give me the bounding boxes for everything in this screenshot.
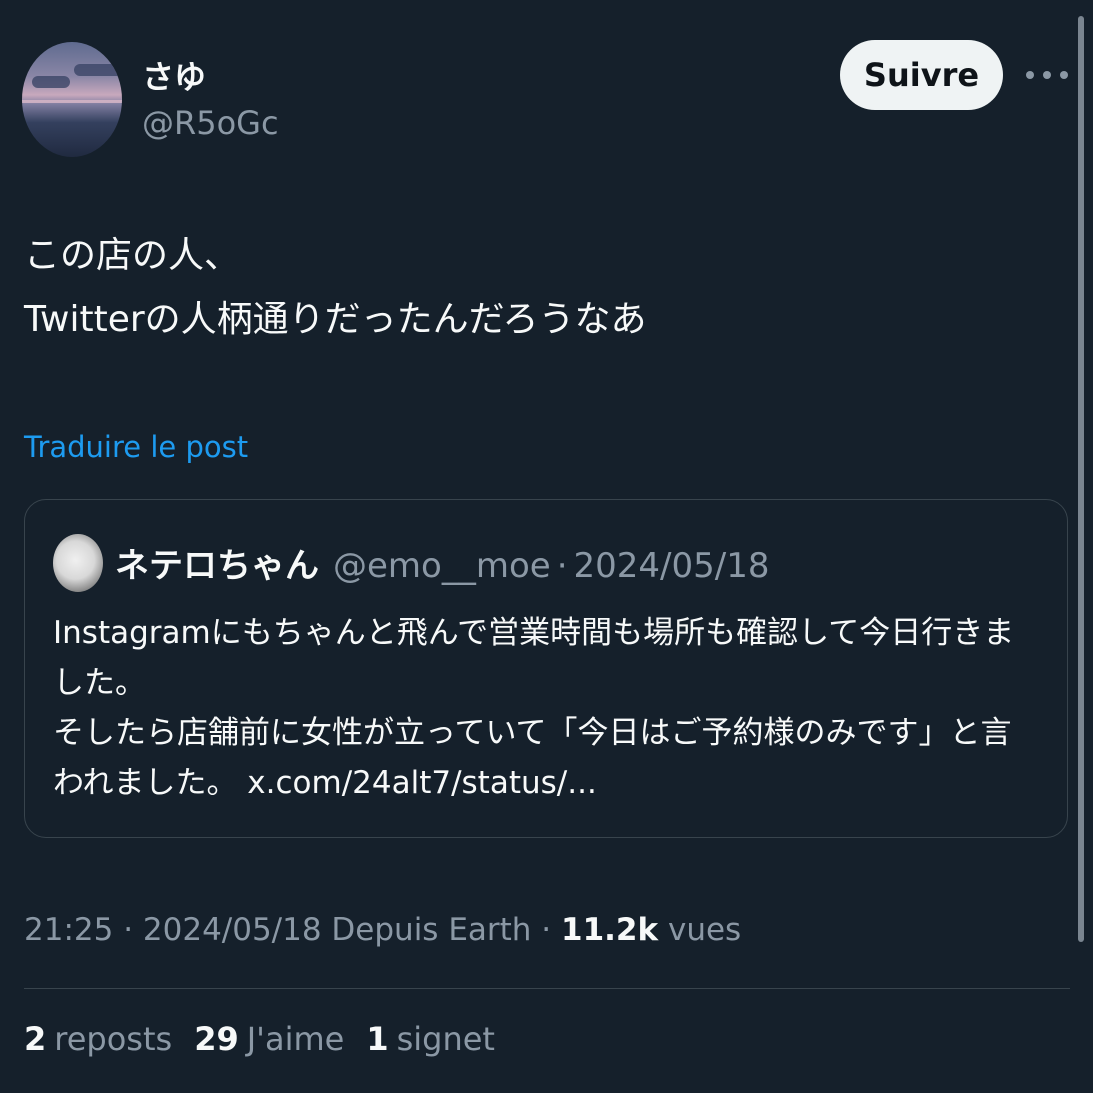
reposts-label: reposts	[54, 1020, 173, 1058]
scrollbar[interactable]	[1078, 16, 1084, 942]
author-avatar[interactable]	[22, 42, 122, 157]
engagement-stats: 2 reposts 29 J'aime 1 signet	[24, 1020, 495, 1058]
timestamp-source[interactable]: 21:25 · 2024/05/18 Depuis Earth ·	[24, 912, 561, 948]
tweet-text-line: この店の人、	[24, 235, 241, 276]
author-handle[interactable]: @R5oGc	[142, 104, 279, 142]
quoted-tweet-date: 2024/05/18	[573, 546, 770, 586]
quoted-author-handle: @emo__moe	[333, 546, 551, 586]
bookmarks-stat[interactable]: 1 signet	[366, 1020, 495, 1058]
tweet-text: この店の人、 Twitterの人柄通りだったんだろうなあ	[24, 224, 647, 352]
reposts-stat[interactable]: 2 reposts	[24, 1020, 172, 1058]
quoted-author-avatar	[53, 534, 103, 592]
more-horizontal-icon[interactable]	[1026, 60, 1068, 90]
quoted-tweet-header: ネテロちゃん @emo__moe · 2024/05/18	[115, 538, 769, 587]
separator-dot: ·	[556, 546, 568, 586]
quoted-text-line: Instagramにもちゃんと飛んで営業時間も場所も確認して今日行きま	[53, 615, 1015, 651]
quoted-tweet-card[interactable]: ネテロちゃん @emo__moe · 2024/05/18 Instagramに…	[24, 499, 1068, 838]
follow-button[interactable]: Suivre	[840, 40, 1003, 110]
dot	[1060, 71, 1068, 79]
bookmarks-label: signet	[396, 1020, 495, 1058]
avatar-horizon	[22, 100, 122, 103]
author-display-name[interactable]: さゆ	[142, 52, 206, 98]
likes-count: 29	[194, 1020, 239, 1058]
views-count[interactable]: 11.2k	[561, 912, 658, 948]
quoted-tweet-text: Instagramにもちゃんと飛んで営業時間も場所も確認して今日行きま した。 …	[53, 608, 1043, 808]
reposts-count: 2	[24, 1020, 47, 1058]
bookmarks-count: 1	[366, 1020, 389, 1058]
avatar-cloud	[32, 76, 70, 88]
tweet-detail-page: さゆ @R5oGc Suivre この店の人、 Twitterの人柄通りだったん…	[0, 0, 1093, 1093]
dot	[1026, 71, 1034, 79]
quoted-text-line: われました。 x.com/24alt7/status/...	[53, 765, 597, 801]
dot	[1043, 71, 1051, 79]
quoted-author-name: ネテロちゃん	[115, 546, 319, 586]
divider	[24, 988, 1070, 989]
likes-stat[interactable]: 29 J'aime	[194, 1020, 344, 1058]
tweet-metadata: 21:25 · 2024/05/18 Depuis Earth · 11.2k …	[24, 912, 741, 948]
tweet-text-line: Twitterの人柄通りだったんだろうなあ	[24, 299, 647, 340]
likes-label: J'aime	[246, 1020, 345, 1058]
quoted-text-line: した。	[53, 665, 146, 701]
views-label: vues	[658, 912, 742, 948]
quoted-text-line: そしたら店舗前に女性が立っていて「今日はご予約様のみです」と言	[53, 715, 1012, 751]
avatar-cloud	[74, 64, 122, 76]
translate-post-link[interactable]: Traduire le post	[24, 430, 248, 464]
